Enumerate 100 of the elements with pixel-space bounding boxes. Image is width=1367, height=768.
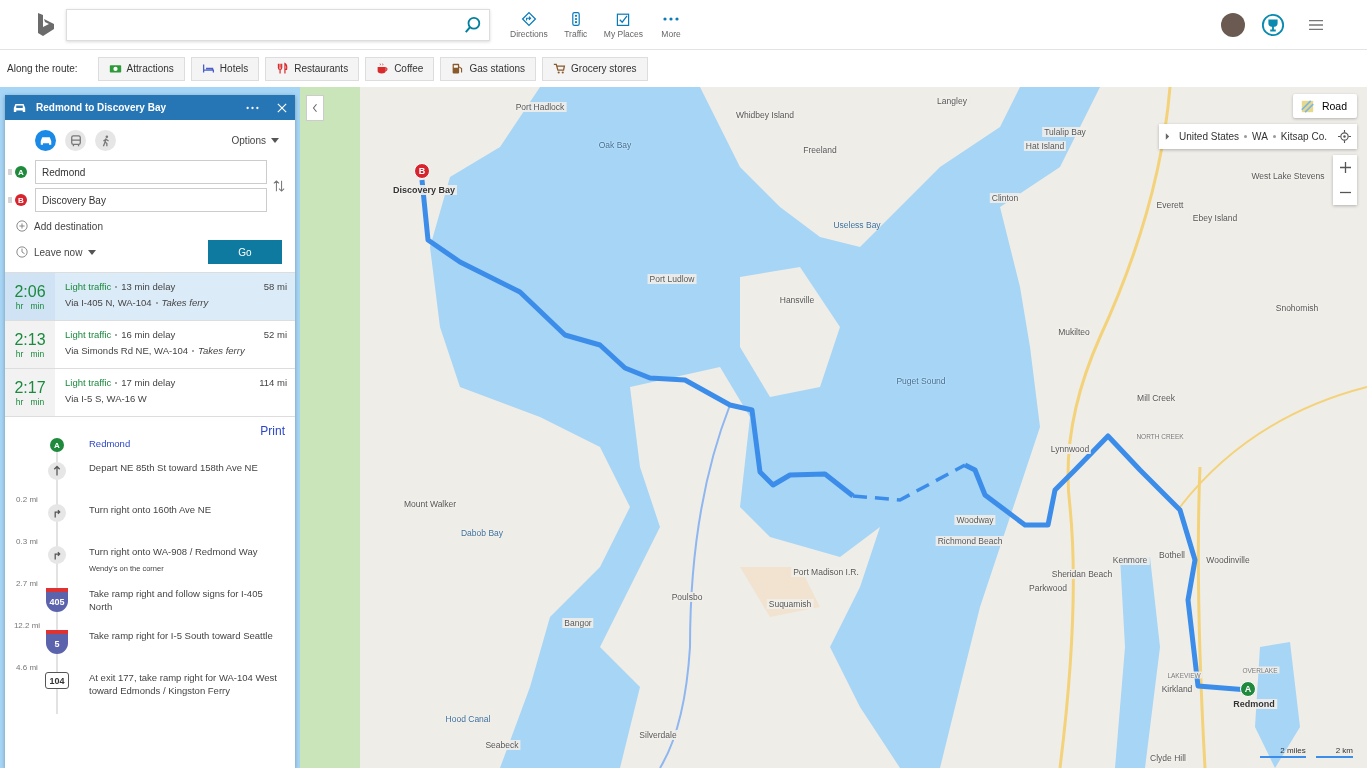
logo-icon[interactable] [36, 11, 56, 38]
place-label: Silverdale [637, 730, 679, 740]
chevron-left-icon [311, 102, 319, 114]
print-link[interactable]: Print [260, 424, 285, 438]
avatar[interactable] [1221, 12, 1245, 37]
along-route-label: Along the route: [7, 63, 78, 74]
expand-arrow-icon[interactable] [1165, 133, 1171, 140]
scale-bar: 2 miles [1260, 746, 1306, 758]
hours-unit: hr [15, 396, 24, 407]
place-label: Redmond [1231, 699, 1277, 709]
plus-circle-icon [16, 220, 28, 232]
route-option[interactable]: 2:13 hr min Light traffic 16 min delay 52 mi Via Simonds Rd NE, WA-104 Takes ferry [5, 321, 295, 369]
bus-icon [69, 134, 82, 147]
depart-time-dropdown[interactable]: Leave now [13, 246, 97, 258]
place-label: Hat Island [1023, 141, 1067, 151]
traffic-status: Light traffic [65, 329, 112, 340]
place-label: West Lake Stevens [1249, 171, 1327, 181]
category-button[interactable]: Grocery stores [542, 56, 648, 81]
place-label: Sheridan Beach [1049, 569, 1115, 579]
search-field[interactable] [66, 8, 490, 41]
more-icon [663, 16, 679, 21]
nav-button[interactable]: Directions [508, 10, 550, 39]
place-label: Tulalip Bay [1042, 127, 1088, 137]
delay-text: 17 min delay [121, 377, 176, 388]
route-option[interactable]: 2:17 hr min Light traffic 17 min delay 114 mi Via I-5 S, WA-16 W [5, 369, 295, 417]
waypoint-marker: A [15, 166, 27, 178]
drag-handle-icon[interactable] [8, 168, 12, 176]
travel-mode-button[interactable] [35, 130, 56, 151]
place-label: Kirkland [1159, 684, 1195, 694]
fork-knife-icon [276, 62, 290, 75]
swap-icon[interactable] [273, 179, 285, 193]
category-button[interactable]: Hotels [190, 56, 260, 81]
start-marker: A [50, 438, 64, 452]
interstate-shield: 405 [46, 588, 68, 612]
hours-unit: hr [15, 300, 24, 311]
waypoint-marker: B [15, 194, 27, 206]
breadcrumb-item[interactable]: Kitsap Co. [1280, 131, 1327, 142]
waypoint-field[interactable]: Redmond [35, 160, 267, 184]
options-dropdown[interactable]: Options [225, 134, 285, 147]
place-label: Hansville [777, 295, 817, 305]
place-label: Poulsbo [669, 592, 705, 602]
place-label: Ebey Island [1190, 213, 1240, 223]
add-destination-button[interactable]: Add destination [13, 220, 103, 232]
route-via: Via I-5 S, WA-16 W [65, 393, 147, 404]
panel-title: Redmond to Discovery Bay [36, 102, 168, 113]
category-button[interactable]: Restaurants [265, 56, 360, 81]
nav-button[interactable]: My Places [601, 10, 645, 39]
category-button[interactable]: Gas stations [440, 56, 537, 81]
waypoint-field[interactable]: Discovery Bay [35, 188, 267, 212]
route-option[interactable]: 2:06 hr min Light traffic 13 min delay 58 mi Via I-405 N, WA-104 Takes ferry [5, 273, 295, 321]
step-distance: 0.2 mi [15, 495, 39, 504]
place-label: Suquamish [766, 599, 814, 609]
delay-text: 13 min delay [121, 281, 176, 292]
place-label: Port Ludlow [647, 274, 697, 284]
zoom-in-button[interactable] [1333, 155, 1357, 180]
nav-button[interactable]: More [651, 10, 691, 39]
map-style-button[interactable]: Road [1292, 94, 1357, 118]
camera-icon [108, 62, 122, 75]
highway-sign: 104 [45, 672, 69, 689]
place-label: Whidbey Island [733, 110, 797, 120]
plus-icon [1339, 162, 1351, 173]
breadcrumb-item[interactable]: WA [1252, 131, 1268, 142]
travel-mode-button[interactable] [95, 130, 116, 151]
separator-dot [1244, 135, 1248, 138]
step-instruction: At exit 177, take ramp right for WA-104 West toward Edmonds / Kingston Ferry [89, 672, 278, 698]
place-label: Parkwood [1027, 583, 1069, 593]
place-label: Mount Walker [401, 499, 459, 509]
trophy-icon[interactable] [1261, 12, 1285, 37]
locate-icon[interactable] [1338, 130, 1351, 143]
place-label: Clinton [989, 193, 1021, 203]
caret-icon [88, 249, 97, 255]
travel-mode-button[interactable] [65, 130, 86, 151]
place-label: Woodinville [1204, 555, 1252, 565]
step-distance: 12.2 mi [12, 621, 42, 630]
category-button[interactable]: Coffee [365, 56, 435, 81]
more-icon[interactable] [246, 105, 259, 110]
car-icon [13, 102, 26, 113]
breadcrumb-item[interactable]: United States [1179, 131, 1240, 142]
category-button[interactable]: Attractions [97, 56, 185, 81]
clock-icon [16, 246, 28, 258]
route-duration: 2:06 [14, 282, 46, 301]
car-icon [39, 134, 52, 147]
nav-button[interactable]: Traffic [555, 10, 596, 39]
place-label: Dabob Bay [460, 528, 504, 538]
route-distance: 114 mi [259, 377, 287, 388]
menu-icon[interactable] [1307, 17, 1325, 32]
place-label: Bangor [562, 618, 594, 628]
go-button[interactable]: Go [208, 240, 282, 264]
interstate-shield: 5 [46, 630, 68, 654]
place-label: Clyde Hill [1148, 753, 1188, 763]
drag-handle-icon[interactable] [8, 196, 12, 204]
caret-icon [271, 138, 279, 143]
search-icon[interactable] [464, 15, 482, 34]
map-icon [1300, 99, 1314, 113]
place-label: Puget Sound [896, 376, 946, 386]
place-label: Oak Bay [598, 140, 632, 150]
place-label: Mill Creek [1135, 393, 1177, 403]
close-icon[interactable] [277, 102, 287, 113]
route-duration: 2:13 [14, 330, 46, 349]
start-location: Redmond [89, 438, 132, 451]
